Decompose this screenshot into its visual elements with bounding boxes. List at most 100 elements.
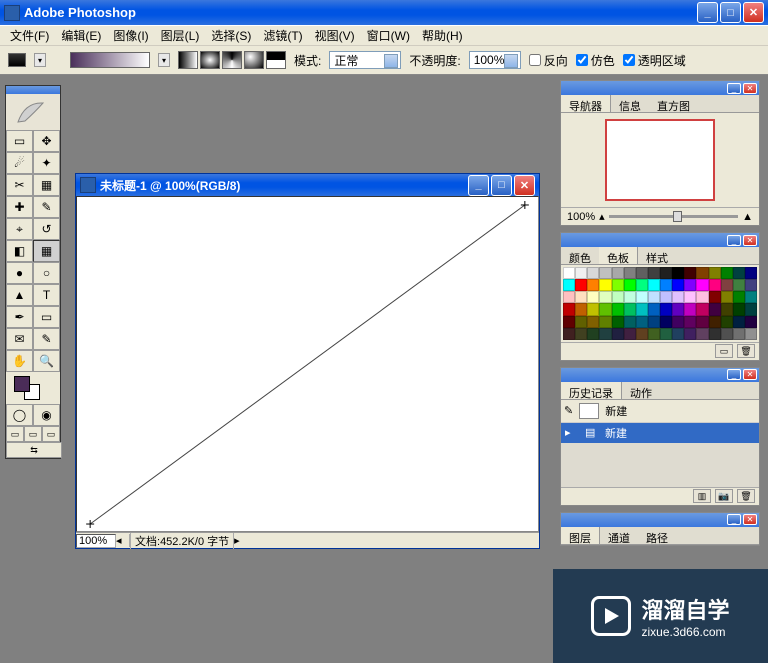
swatch[interactable] bbox=[636, 303, 648, 315]
swatch[interactable] bbox=[733, 328, 745, 340]
brush-tool[interactable]: ✎ bbox=[33, 196, 60, 218]
gradient-reflected[interactable] bbox=[244, 51, 264, 69]
swatch[interactable] bbox=[684, 316, 696, 328]
swatch[interactable] bbox=[575, 303, 587, 315]
zoom-in-icon[interactable]: ▲ bbox=[742, 211, 753, 223]
swatch[interactable] bbox=[624, 303, 636, 315]
close-button[interactable]: ✕ bbox=[743, 2, 764, 23]
menu-help[interactable]: 帮助(H) bbox=[416, 25, 469, 46]
heal-tool[interactable]: ✚ bbox=[6, 196, 33, 218]
swatch[interactable] bbox=[624, 267, 636, 279]
tab-layers[interactable]: 图层 bbox=[561, 527, 600, 544]
swatch[interactable] bbox=[721, 291, 733, 303]
pen-tool[interactable]: ✒ bbox=[6, 306, 33, 328]
fg-bg-swatches[interactable] bbox=[6, 372, 60, 404]
history-snapshot[interactable]: ✎ 新建 bbox=[561, 400, 759, 423]
swatch[interactable] bbox=[624, 291, 636, 303]
swatch[interactable] bbox=[660, 267, 672, 279]
menu-view[interactable]: 视图(V) bbox=[309, 25, 361, 46]
swatch[interactable] bbox=[575, 279, 587, 291]
crop-tool[interactable]: ✂ bbox=[6, 174, 33, 196]
zoom-field[interactable]: 100% bbox=[76, 534, 116, 548]
swatch[interactable] bbox=[696, 303, 708, 315]
doc-minimize[interactable]: _ bbox=[468, 175, 489, 196]
new-swatch-button[interactable]: ▭ bbox=[715, 344, 733, 358]
eraser-tool[interactable]: ◧ bbox=[6, 240, 33, 262]
eyedropper-tool[interactable]: ✎ bbox=[33, 328, 60, 350]
history-item-new[interactable]: ▸ ▤ 新建 bbox=[561, 423, 759, 443]
swatch[interactable] bbox=[636, 316, 648, 328]
zoom-slider[interactable] bbox=[609, 215, 738, 218]
swatch[interactable] bbox=[684, 328, 696, 340]
swatch[interactable] bbox=[733, 303, 745, 315]
swatch[interactable] bbox=[587, 291, 599, 303]
swatch[interactable] bbox=[709, 303, 721, 315]
swatch[interactable] bbox=[660, 291, 672, 303]
swatch[interactable] bbox=[636, 291, 648, 303]
move-tool[interactable]: ✥ bbox=[33, 130, 60, 152]
swatch[interactable] bbox=[563, 279, 575, 291]
swatch[interactable] bbox=[563, 303, 575, 315]
swatch[interactable] bbox=[599, 328, 611, 340]
swatch[interactable] bbox=[672, 267, 684, 279]
tab-swatches[interactable]: 色板 bbox=[599, 247, 638, 264]
notes-tool[interactable]: ✉ bbox=[6, 328, 33, 350]
swatch[interactable] bbox=[612, 316, 624, 328]
swatch[interactable] bbox=[733, 291, 745, 303]
wand-tool[interactable]: ✦ bbox=[33, 152, 60, 174]
menu-select[interactable]: 选择(S) bbox=[205, 25, 257, 46]
menu-layer[interactable]: 图层(L) bbox=[155, 25, 206, 46]
gradient-radial[interactable] bbox=[200, 51, 220, 69]
shape-tool[interactable]: ▭ bbox=[33, 306, 60, 328]
reverse-checkbox[interactable]: 反向 bbox=[529, 52, 568, 69]
swatch[interactable] bbox=[636, 328, 648, 340]
type-tool[interactable]: T bbox=[33, 284, 60, 306]
swatch[interactable] bbox=[745, 279, 757, 291]
swatch[interactable] bbox=[612, 303, 624, 315]
swatch[interactable] bbox=[648, 279, 660, 291]
tool-preset-swatch[interactable] bbox=[8, 53, 26, 67]
path-select-tool[interactable]: ▲ bbox=[6, 284, 33, 306]
swatch[interactable] bbox=[575, 291, 587, 303]
panel-minimize[interactable]: _ bbox=[727, 235, 741, 246]
swatch[interactable] bbox=[745, 267, 757, 279]
screen-standard[interactable]: ▭ bbox=[6, 426, 24, 442]
swatch[interactable] bbox=[612, 267, 624, 279]
swatch[interactable] bbox=[636, 267, 648, 279]
swatch[interactable] bbox=[721, 303, 733, 315]
swatch[interactable] bbox=[599, 303, 611, 315]
swatch[interactable] bbox=[721, 279, 733, 291]
menu-window[interactable]: 窗口(W) bbox=[361, 25, 416, 46]
imageready-jump[interactable]: ⇆ bbox=[6, 442, 62, 458]
swatch[interactable] bbox=[612, 279, 624, 291]
swatch[interactable] bbox=[745, 291, 757, 303]
doc-close[interactable]: ✕ bbox=[514, 175, 535, 196]
swatch[interactable] bbox=[624, 279, 636, 291]
swatch[interactable] bbox=[563, 291, 575, 303]
panel-close[interactable]: ✕ bbox=[743, 235, 757, 246]
swatch[interactable] bbox=[648, 303, 660, 315]
new-snapshot[interactable]: 📷 bbox=[715, 489, 733, 503]
new-doc-from-state[interactable]: ▥ bbox=[693, 489, 711, 503]
panel-close[interactable]: ✕ bbox=[743, 514, 757, 525]
swatch[interactable] bbox=[648, 328, 660, 340]
delete-swatch-button[interactable]: 🗑 bbox=[737, 344, 755, 358]
dither-checkbox[interactable]: 仿色 bbox=[576, 52, 615, 69]
swatch[interactable] bbox=[696, 267, 708, 279]
swatch[interactable] bbox=[636, 279, 648, 291]
quickmask-mode[interactable]: ◉ bbox=[33, 404, 60, 426]
doc-maximize[interactable]: □ bbox=[491, 175, 512, 196]
swatch[interactable] bbox=[709, 316, 721, 328]
swatch[interactable] bbox=[648, 316, 660, 328]
swatch[interactable] bbox=[660, 316, 672, 328]
swatch[interactable] bbox=[672, 316, 684, 328]
swatch[interactable] bbox=[745, 328, 757, 340]
swatch[interactable] bbox=[599, 291, 611, 303]
swatch[interactable] bbox=[563, 328, 575, 340]
foreground-swatch[interactable] bbox=[14, 376, 30, 392]
swatch[interactable] bbox=[709, 328, 721, 340]
swatch[interactable] bbox=[745, 316, 757, 328]
swatch[interactable] bbox=[587, 303, 599, 315]
swatch[interactable] bbox=[745, 303, 757, 315]
gradient-angle[interactable] bbox=[222, 51, 242, 69]
